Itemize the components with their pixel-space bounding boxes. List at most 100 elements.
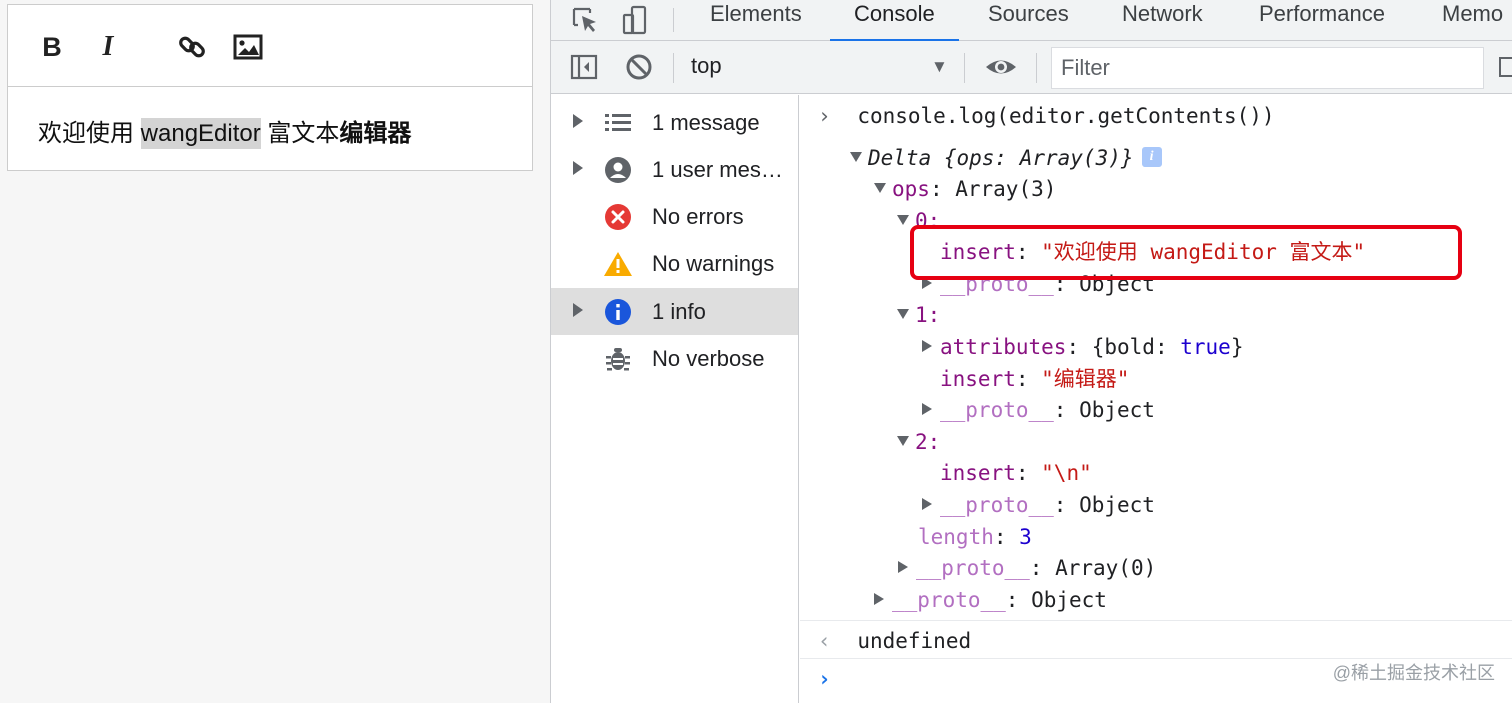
tab-performance[interactable]: Performance — [1259, 0, 1385, 41]
clear-console-button[interactable] — [619, 47, 659, 87]
ops-key: ops — [892, 177, 930, 201]
link-button[interactable] — [174, 29, 210, 65]
sidebar-item-errors[interactable]: No errors — [551, 193, 798, 240]
expand-triangle-icon[interactable] — [922, 498, 932, 510]
item-index: 1: — [915, 303, 941, 327]
warning-icon — [603, 249, 633, 279]
error-icon — [603, 202, 633, 232]
delta-summary: Delta {ops: Array(3)} — [868, 146, 1134, 170]
item-1-insert-row: insert: "编辑器" — [940, 367, 1130, 391]
expand-triangle-icon[interactable] — [897, 309, 909, 319]
sidebar-item-verbose[interactable]: No verbose — [551, 335, 798, 382]
length-key: length — [918, 525, 994, 549]
sidebar-item-user-messages[interactable]: 1 user mes… — [551, 146, 798, 193]
image-button[interactable] — [230, 29, 266, 65]
proto-value: Object — [1079, 493, 1155, 517]
insert-key: insert — [940, 461, 1016, 485]
array-proto-row[interactable]: __proto__: Array(0) — [898, 554, 1156, 582]
eye-icon — [986, 60, 1016, 74]
proto-key: __proto__ — [916, 556, 1030, 580]
tab-memory[interactable]: Memo — [1442, 0, 1512, 41]
proto-value: Object — [1079, 398, 1155, 422]
info-icon — [603, 297, 633, 327]
sidebar-item-label: No errors — [652, 204, 744, 229]
expand-triangle-icon[interactable] — [922, 340, 932, 352]
expand-arrow-icon[interactable] — [573, 114, 583, 128]
clear-block-icon — [626, 54, 652, 80]
expand-triangle-icon[interactable] — [897, 436, 909, 446]
item-1-proto-row[interactable]: __proto__: Object — [922, 396, 1155, 424]
expand-arrow-icon[interactable] — [573, 161, 583, 175]
sidebar-item-label: No verbose — [652, 346, 765, 371]
proto-value: Object — [1031, 588, 1107, 612]
expand-triangle-icon[interactable] — [897, 215, 909, 225]
watermark: @稀土掘金技术社区 — [1332, 663, 1495, 683]
proto-key: __proto__ — [892, 588, 1006, 612]
expand-triangle-icon[interactable] — [874, 183, 886, 193]
content-middle-text: 富文本 — [260, 120, 340, 147]
item-index: 2: — [915, 430, 941, 454]
editor-content[interactable]: 欢迎使用 wangEditor 富文本编辑器 — [38, 113, 411, 149]
sidebar-item-info[interactable]: 1 info — [551, 288, 798, 335]
tab-network[interactable]: Network — [1122, 0, 1203, 41]
inspect-cursor-icon — [572, 7, 596, 32]
expand-arrow-icon[interactable] — [573, 303, 583, 317]
object-proto-row[interactable]: __proto__: Object — [874, 586, 1107, 614]
tab-sources[interactable]: Sources — [988, 0, 1069, 41]
insert-key: insert — [940, 367, 1016, 391]
ops-item-1-row[interactable]: 1: — [897, 301, 940, 329]
ops-value: Array(3) — [955, 177, 1057, 201]
content-plain-text: 欢迎使用 — [38, 120, 141, 147]
bug-icon — [603, 344, 633, 374]
prompt-chevron-icon: › — [818, 667, 831, 691]
console-result-line: ‹ undefined — [818, 627, 971, 655]
ops-row[interactable]: ops: Array(3) — [874, 175, 1056, 203]
rich-text-editor: B I 欢迎使用 wangEditor 富文本编辑器 — [7, 4, 533, 171]
expand-triangle-icon[interactable] — [922, 403, 932, 415]
item-2-proto-row[interactable]: __proto__: Object — [922, 491, 1155, 519]
console-divider — [800, 620, 1512, 621]
attributes-bool: true — [1180, 335, 1231, 359]
sidebar-item-warnings[interactable]: No warnings — [551, 240, 798, 287]
expand-triangle-icon[interactable] — [898, 561, 908, 573]
tab-elements[interactable]: Elements — [710, 0, 802, 41]
caret-down-icon[interactable]: ▼ — [931, 57, 948, 77]
inspect-element-button[interactable] — [565, 0, 605, 40]
console-output: › console.log(editor.getContents()) Delt… — [800, 95, 1512, 703]
sidebar-item-label: 1 message — [652, 110, 760, 135]
insert-value: "编辑器" — [1041, 367, 1130, 391]
tab-separator — [673, 8, 674, 32]
content-selected-text: wangEditor — [140, 118, 261, 149]
sidebar-item-label: 1 user mes… — [652, 157, 783, 182]
command-text: console.log(editor.getContents()) — [857, 104, 1275, 128]
editor-toolbar: B I — [8, 5, 532, 87]
sidebar-item-messages[interactable]: 1 message — [551, 99, 798, 146]
default-levels-button[interactable] — [1499, 55, 1512, 79]
item-1-attributes-row[interactable]: attributes: {bold: true} — [922, 333, 1243, 361]
toolbar-separator — [673, 53, 674, 83]
ops-item-2-row[interactable]: 2: — [897, 428, 940, 456]
result-value: undefined — [857, 629, 972, 653]
attributes-key: attributes — [940, 335, 1067, 359]
toolbar-separator — [964, 53, 965, 83]
expand-triangle-icon[interactable] — [850, 152, 862, 162]
devtools-panel: Elements Console Sources Network Perform… — [550, 0, 1512, 703]
bold-button[interactable]: B — [34, 29, 70, 65]
context-selector[interactable]: top — [691, 53, 722, 79]
proto-key: __proto__ — [940, 493, 1054, 517]
italic-button[interactable]: I — [90, 29, 126, 65]
info-badge-icon[interactable]: i — [1141, 147, 1162, 167]
live-expression-button[interactable] — [981, 47, 1021, 87]
device-toolbar-button[interactable] — [615, 0, 655, 40]
return-arrow-icon: ‹ — [818, 629, 831, 653]
toggle-sidebar-button[interactable] — [564, 47, 604, 87]
tab-console[interactable]: Console — [830, 0, 959, 41]
toolbar-separator — [1036, 53, 1037, 83]
filter-input[interactable] — [1051, 47, 1484, 89]
expand-triangle-icon[interactable] — [874, 593, 884, 605]
delta-object-row[interactable]: Delta {ops: Array(3)} i — [850, 144, 1162, 172]
device-icon — [622, 5, 647, 35]
console-sidebar: 1 message 1 user mes… No errors No warni… — [551, 95, 799, 703]
link-icon — [179, 36, 205, 58]
item-2-insert-row: insert: "\n" — [940, 461, 1092, 485]
